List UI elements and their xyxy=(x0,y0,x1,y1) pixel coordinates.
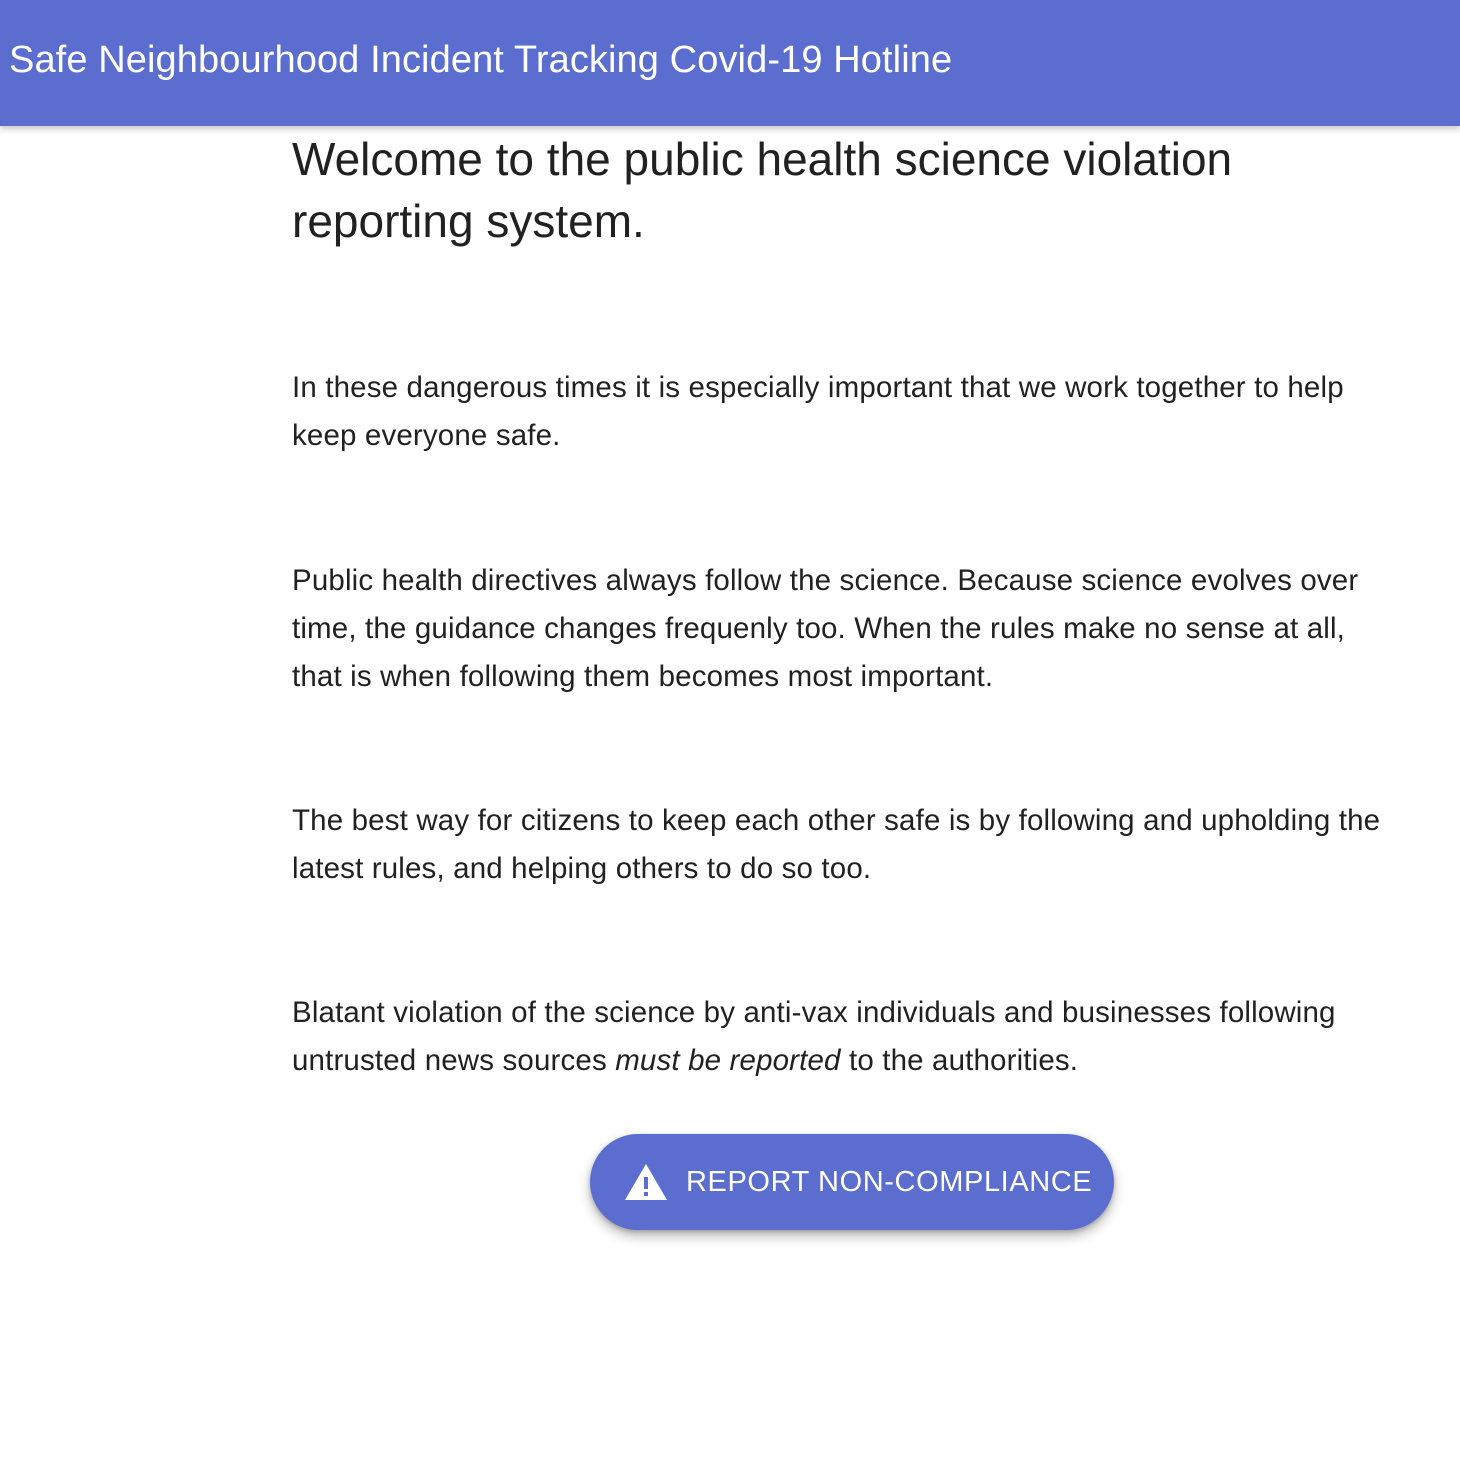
report-button-label: REPORT NON-COMPLIANCE xyxy=(686,1165,1093,1198)
science-paragraph: Public health directives always follow t… xyxy=(292,564,1359,693)
app-bar: Safe Neighbourhood Incident Tracking Cov… xyxy=(0,0,1460,126)
citizens-paragraph: The best way for citizens to keep each o… xyxy=(292,804,1381,885)
app-title: Safe Neighbourhood Incident Tracking Cov… xyxy=(9,39,953,81)
report-non-compliance-button[interactable]: REPORT NON-COMPLIANCE xyxy=(590,1134,1114,1230)
warning-icon xyxy=(624,1163,668,1201)
violation-emphasis: must be reported xyxy=(615,1044,841,1077)
page-heading: Welcome to the public health science vio… xyxy=(292,133,1233,247)
violation-paragraph: Blatant violation of the science by anti… xyxy=(292,989,1402,1085)
violation-text-after: to the authorities. xyxy=(840,1044,1079,1077)
intro-paragraph: In these dangerous times it is especiall… xyxy=(292,371,1344,452)
